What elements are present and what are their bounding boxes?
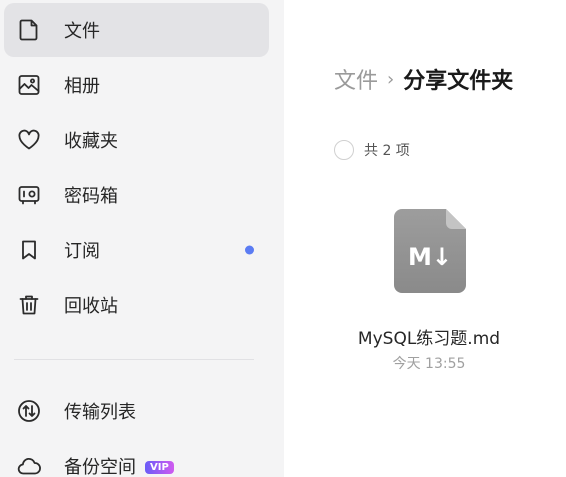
sidebar-divider	[14, 359, 254, 360]
select-all-row: 共 2 项	[334, 140, 410, 160]
file-name: MySQL练习题.md	[357, 329, 501, 349]
item-count: 共 2 项	[364, 143, 410, 159]
sidebar-item-subscriptions[interactable]: 订阅	[4, 223, 269, 277]
sidebar-item-label-row: 备份空间 VIP	[64, 453, 174, 477]
sidebar-item-favorites[interactable]: 收藏夹	[4, 113, 269, 167]
main-panel: 文件 › 分享文件夹 共 2 项 M↓ MySQL练习题.md 今天 13:55	[284, 0, 566, 477]
sidebar: 文件 相册 收藏夹 密码箱 订阅 回收站 传输列表 备份空间 VIP	[0, 0, 284, 477]
transfer-icon	[16, 398, 42, 424]
breadcrumb-current: 分享文件夹	[403, 69, 514, 94]
file-icon	[16, 17, 42, 43]
notification-dot	[245, 245, 254, 255]
sidebar-item-safe[interactable]: 密码箱	[4, 168, 269, 222]
safe-box-icon	[16, 182, 42, 208]
sidebar-item-files[interactable]: 文件	[4, 3, 269, 57]
sidebar-item-label: 备份空间	[64, 457, 136, 477]
vip-badge: VIP	[145, 461, 174, 474]
breadcrumb-separator: ›	[387, 68, 395, 90]
sidebar-item-label: 收藏夹	[64, 131, 118, 152]
sidebar-item-backup[interactable]: 备份空间 VIP	[4, 439, 269, 477]
sidebar-item-transfers[interactable]: 传输列表	[4, 384, 269, 438]
select-all-checkbox[interactable]	[334, 140, 354, 160]
photo-album-icon	[16, 72, 42, 98]
file-card[interactable]: M↓ MySQL练习题.md 今天 13:55	[344, 200, 514, 380]
sidebar-item-label: 文件	[64, 21, 100, 42]
trash-icon	[16, 292, 42, 318]
bookmark-icon	[16, 237, 42, 263]
sidebar-item-recycle-bin[interactable]: 回收站	[4, 278, 269, 332]
sidebar-item-album[interactable]: 相册	[4, 58, 269, 112]
sidebar-item-label: 订阅	[64, 241, 100, 262]
cloud-icon	[16, 453, 42, 477]
sidebar-item-label: 密码箱	[64, 186, 118, 207]
sidebar-item-label: 传输列表	[64, 402, 136, 423]
heart-icon	[16, 127, 42, 153]
breadcrumb: 文件 › 分享文件夹	[334, 63, 513, 95]
markdown-file-icon-text: M↓	[408, 243, 452, 271]
sidebar-item-label: 回收站	[64, 296, 118, 317]
markdown-file-icon: M↓	[394, 209, 466, 293]
sidebar-item-label: 相册	[64, 76, 100, 97]
file-time: 今天 13:55	[392, 356, 466, 372]
breadcrumb-parent[interactable]: 文件	[334, 63, 378, 95]
